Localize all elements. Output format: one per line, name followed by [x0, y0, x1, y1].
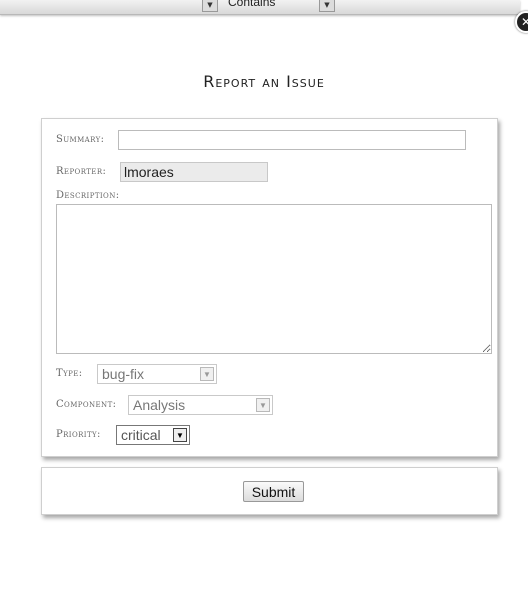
submit-panel: Submit: [41, 467, 498, 515]
chevron-down-icon[interactable]: ▼: [202, 0, 218, 12]
type-select[interactable]: bug-fix ▼: [97, 364, 217, 384]
chevron-down-icon[interactable]: ▼: [173, 428, 187, 442]
type-label: Type:: [56, 368, 83, 379]
chevron-down-icon[interactable]: ▼: [256, 398, 270, 412]
filter-toolbar: ▼ Contains ▼: [0, 0, 520, 15]
priority-select[interactable]: critical ▼: [116, 425, 190, 445]
filter-operator-select[interactable]: Contains: [228, 0, 275, 9]
reporter-field: lmoraes: [120, 162, 268, 182]
priority-select-value: critical: [121, 427, 161, 443]
summary-label: Summary:: [56, 134, 105, 145]
chevron-down-icon[interactable]: ▼: [319, 0, 335, 12]
close-icon[interactable]: ✕: [515, 11, 528, 33]
summary-input[interactable]: [118, 130, 466, 150]
description-textarea[interactable]: [56, 204, 492, 354]
type-select-value: bug-fix: [102, 366, 145, 382]
component-select[interactable]: Analysis ▼: [128, 395, 273, 415]
priority-label: Priority:: [56, 429, 101, 440]
reporter-label: Reporter:: [56, 166, 107, 177]
component-select-value: Analysis: [133, 397, 186, 413]
page-title: Report an Issue: [203, 72, 325, 91]
submit-button[interactable]: Submit: [243, 481, 304, 502]
chevron-down-icon[interactable]: ▼: [200, 367, 214, 381]
issue-form-panel: Summary: Reporter: lmoraes Description: …: [41, 118, 498, 457]
description-label: Description:: [56, 190, 120, 201]
component-label: Component:: [56, 399, 117, 410]
